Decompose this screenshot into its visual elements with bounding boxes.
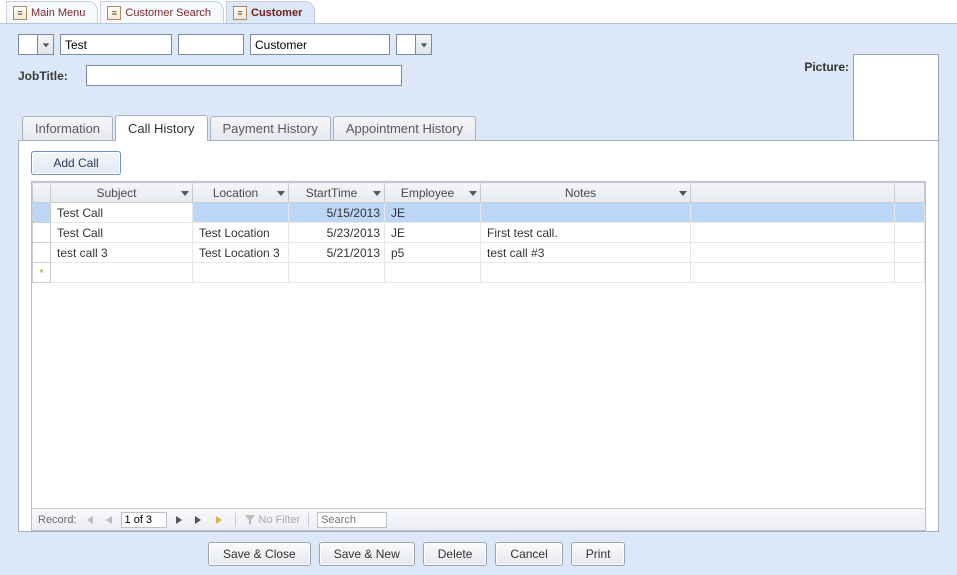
form-icon: ≡ bbox=[107, 6, 121, 20]
tab-label: Customer bbox=[251, 7, 302, 19]
row-selector[interactable] bbox=[33, 243, 51, 263]
row-selector[interactable]: * bbox=[33, 263, 51, 283]
table-row[interactable]: Test Call 5/15/2013 JE bbox=[33, 203, 925, 223]
form-icon: ≡ bbox=[13, 6, 27, 20]
cell-subject[interactable]: test call 3 bbox=[51, 243, 193, 263]
add-call-button[interactable]: Add Call bbox=[31, 151, 121, 175]
call-grid: Subject Location StartTime Employee Note… bbox=[31, 181, 926, 531]
cell-blank[interactable] bbox=[691, 243, 895, 263]
cell-location[interactable]: Test Location bbox=[193, 223, 289, 243]
cell-notes[interactable]: First test call. bbox=[481, 223, 691, 243]
col-blank-end[interactable] bbox=[895, 183, 925, 203]
chevron-down-icon[interactable] bbox=[468, 188, 478, 198]
cell-location[interactable] bbox=[193, 203, 289, 223]
chevron-down-icon[interactable] bbox=[415, 35, 431, 54]
filter-indicator[interactable]: No Filter bbox=[244, 514, 301, 526]
last-name-field[interactable] bbox=[250, 34, 390, 55]
first-name-field[interactable] bbox=[60, 34, 172, 55]
cell-employee[interactable]: JE bbox=[385, 223, 481, 243]
cell-starttime[interactable]: 5/21/2013 bbox=[289, 243, 385, 263]
tab-main-menu[interactable]: ≡ Main Menu bbox=[6, 1, 98, 23]
funnel-icon bbox=[244, 514, 256, 526]
cell-blank[interactable] bbox=[895, 203, 925, 223]
select-all-header[interactable] bbox=[33, 183, 51, 203]
col-notes[interactable]: Notes bbox=[481, 183, 691, 203]
cell-notes[interactable]: test call #3 bbox=[481, 243, 691, 263]
tab-customer[interactable]: ≡ Customer bbox=[226, 1, 315, 23]
cancel-button[interactable]: Cancel bbox=[495, 542, 562, 566]
jobtitle-label: JobTitle: bbox=[18, 69, 68, 83]
cell-blank[interactable] bbox=[895, 243, 925, 263]
col-employee[interactable]: Employee bbox=[385, 183, 481, 203]
chevron-down-icon[interactable] bbox=[678, 188, 688, 198]
chevron-down-icon[interactable] bbox=[276, 188, 286, 198]
cell-employee[interactable]: JE bbox=[385, 203, 481, 223]
col-blank[interactable] bbox=[691, 183, 895, 203]
col-starttime[interactable]: StartTime bbox=[289, 183, 385, 203]
tab-label: Customer Search bbox=[125, 7, 211, 19]
suffix-combo[interactable] bbox=[396, 34, 432, 55]
call-history-panel: Add Call bbox=[18, 140, 939, 532]
last-record-button[interactable] bbox=[191, 512, 207, 528]
no-filter-label: No Filter bbox=[259, 514, 301, 526]
tab-payment-history[interactable]: Payment History bbox=[210, 116, 331, 140]
cell-subject[interactable]: Test Call bbox=[51, 203, 193, 223]
form-icon: ≡ bbox=[233, 6, 247, 20]
tab-customer-search[interactable]: ≡ Customer Search bbox=[100, 1, 224, 23]
search-box bbox=[317, 512, 387, 528]
col-subject[interactable]: Subject bbox=[51, 183, 193, 203]
row-selector[interactable] bbox=[33, 223, 51, 243]
suffix-input[interactable] bbox=[397, 35, 415, 54]
middle-name-field[interactable] bbox=[178, 34, 244, 55]
prev-record-button[interactable] bbox=[101, 512, 117, 528]
jobtitle-field[interactable] bbox=[86, 65, 402, 86]
form-button-bar: Save & Close Save & New Delete Cancel Pr… bbox=[18, 532, 939, 566]
tab-call-history[interactable]: Call History bbox=[115, 115, 207, 141]
sub-tab-bar: Information Call History Payment History… bbox=[18, 114, 939, 140]
chevron-down-icon[interactable] bbox=[37, 35, 53, 54]
cell-starttime[interactable]: 5/15/2013 bbox=[289, 203, 385, 223]
record-label: Record: bbox=[38, 514, 77, 526]
save-new-button[interactable]: Save & New bbox=[319, 542, 415, 566]
jobtitle-row: JobTitle: bbox=[18, 65, 939, 86]
table-row[interactable]: Test Call Test Location 5/23/2013 JE Fir… bbox=[33, 223, 925, 243]
cell-notes[interactable] bbox=[481, 203, 691, 223]
record-position-input[interactable] bbox=[121, 512, 167, 528]
separator bbox=[308, 513, 309, 527]
tab-information[interactable]: Information bbox=[22, 116, 113, 140]
cell-location[interactable]: Test Location 3 bbox=[193, 243, 289, 263]
next-record-button[interactable] bbox=[171, 512, 187, 528]
new-row[interactable]: * bbox=[33, 263, 925, 283]
delete-button[interactable]: Delete bbox=[423, 542, 488, 566]
new-record-button[interactable] bbox=[211, 512, 227, 528]
col-location[interactable]: Location bbox=[193, 183, 289, 203]
row-selector[interactable] bbox=[33, 203, 51, 223]
cell-blank[interactable] bbox=[895, 223, 925, 243]
print-button[interactable]: Print bbox=[571, 542, 626, 566]
chevron-down-icon[interactable] bbox=[372, 188, 382, 198]
cell-subject[interactable]: Test Call bbox=[51, 223, 193, 243]
cell-blank[interactable] bbox=[691, 203, 895, 223]
picture-label: Picture: bbox=[804, 60, 849, 74]
search-input[interactable] bbox=[317, 512, 387, 528]
cell-starttime[interactable]: 5/23/2013 bbox=[289, 223, 385, 243]
picture-box[interactable] bbox=[853, 54, 939, 148]
record-navigator: Record: No Filter bbox=[32, 508, 925, 530]
save-close-button[interactable]: Save & Close bbox=[208, 542, 311, 566]
tab-appointment-history[interactable]: Appointment History bbox=[333, 116, 476, 140]
table-row[interactable]: test call 3 Test Location 3 5/21/2013 p5… bbox=[33, 243, 925, 263]
salutation-input[interactable] bbox=[19, 35, 37, 54]
app-tab-bar: ≡ Main Menu ≡ Customer Search ≡ Customer bbox=[0, 0, 957, 24]
tab-label: Main Menu bbox=[31, 7, 85, 19]
salutation-combo[interactable] bbox=[18, 34, 54, 55]
first-record-button[interactable] bbox=[81, 512, 97, 528]
cell-blank[interactable] bbox=[691, 223, 895, 243]
chevron-down-icon[interactable] bbox=[180, 188, 190, 198]
separator bbox=[235, 513, 236, 527]
cell-employee[interactable]: p5 bbox=[385, 243, 481, 263]
name-row bbox=[18, 34, 939, 55]
